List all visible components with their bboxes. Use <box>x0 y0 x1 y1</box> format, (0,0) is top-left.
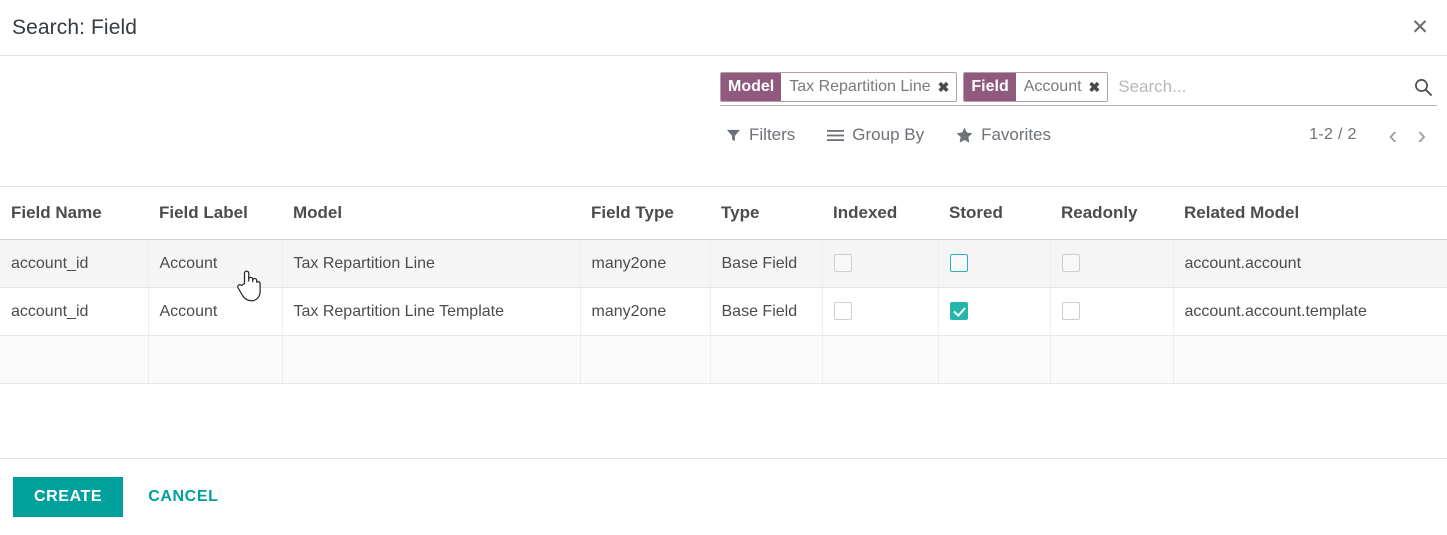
stored-checkbox[interactable] <box>950 302 968 320</box>
dialog-header: Search: Field ✕ <box>0 0 1447 56</box>
table-row[interactable]: account_id Account Tax Repartition Line … <box>0 288 1447 336</box>
search-row: Model Tax Repartition Line ✖ Field Accou… <box>10 56 1437 106</box>
cell-field-label: Account <box>148 240 282 288</box>
column-header-stored[interactable]: Stored <box>938 187 1050 240</box>
readonly-checkbox[interactable] <box>1062 254 1080 272</box>
table-head: Field Name Field Label Model Field Type … <box>0 187 1447 240</box>
favorites-button[interactable]: Favorites <box>956 123 1051 147</box>
cell-stored <box>938 288 1050 336</box>
readonly-checkbox[interactable] <box>1062 302 1080 320</box>
control-panel: Model Tax Repartition Line ✖ Field Accou… <box>0 56 1447 187</box>
stored-checkbox[interactable] <box>950 254 968 272</box>
filler-cell <box>1050 336 1173 384</box>
filters-label: Filters <box>749 125 795 145</box>
cell-field-type: many2one <box>580 240 710 288</box>
chevron-right-icon[interactable]: › <box>1407 122 1436 148</box>
cancel-button[interactable]: CANCEL <box>142 487 224 507</box>
facet-value-text: Account <box>1024 78 1082 96</box>
list-table-wrap: Field Name Field Label Model Field Type … <box>0 187 1447 384</box>
facet-value: Tax Repartition Line ✖ <box>781 73 956 101</box>
facet-label: Model <box>721 73 781 101</box>
indexed-checkbox[interactable] <box>834 254 852 272</box>
x-icon[interactable]: ✖ <box>1089 79 1101 96</box>
facet-value-text: Tax Repartition Line <box>789 78 930 96</box>
indexed-checkbox[interactable] <box>834 302 852 320</box>
control-panel-buttons: Filters Group By Favor <box>10 122 1437 148</box>
filler-cell <box>710 336 822 384</box>
page-title: Search: Field <box>0 16 137 40</box>
search-facet-field[interactable]: Field Account ✖ <box>963 72 1108 102</box>
table-filler-row <box>0 336 1447 384</box>
cell-model: Tax Repartition Line Template <box>282 288 580 336</box>
column-header-field-name[interactable]: Field Name <box>0 187 148 240</box>
search-facet-model[interactable]: Model Tax Repartition Line ✖ <box>720 72 957 102</box>
chevron-left-icon[interactable]: ‹ <box>1379 122 1408 148</box>
search-view[interactable]: Model Tax Repartition Line ✖ Field Accou… <box>720 72 1437 106</box>
favorites-label: Favorites <box>981 125 1051 145</box>
search-input-wrap <box>1114 72 1437 102</box>
table-body: account_id Account Tax Repartition Line … <box>0 240 1447 384</box>
dropdown-toggles: Filters Group By Favor <box>726 123 1083 147</box>
cell-field-type: many2one <box>580 288 710 336</box>
groupby-button[interactable]: Group By <box>827 123 924 147</box>
cell-stored <box>938 240 1050 288</box>
cell-field-label: Account <box>148 288 282 336</box>
close-icon[interactable]: ✕ <box>1407 15 1433 41</box>
facet-label: Field <box>964 73 1015 101</box>
column-header-related-model[interactable]: Related Model <box>1173 187 1447 240</box>
cell-related-model: account.account.template <box>1173 288 1447 336</box>
search-input[interactable] <box>1114 77 1437 97</box>
search-icon[interactable] <box>1413 77 1433 97</box>
cell-indexed <box>822 288 938 336</box>
filler-cell <box>580 336 710 384</box>
column-header-indexed[interactable]: Indexed <box>822 187 938 240</box>
filler-cell <box>822 336 938 384</box>
cell-type: Base Field <box>710 288 822 336</box>
star-icon <box>956 127 973 143</box>
cell-related-model: account.account <box>1173 240 1447 288</box>
cell-model: Tax Repartition Line <box>282 240 580 288</box>
column-header-model[interactable]: Model <box>282 187 580 240</box>
create-button[interactable]: CREATE <box>13 477 123 517</box>
column-header-field-type[interactable]: Field Type <box>580 187 710 240</box>
filler-cell <box>282 336 580 384</box>
records-table: Field Name Field Label Model Field Type … <box>0 187 1447 384</box>
hamburger-lines-icon <box>827 128 844 143</box>
table-header-row: Field Name Field Label Model Field Type … <box>0 187 1447 240</box>
cell-readonly <box>1050 240 1173 288</box>
facet-value: Account ✖ <box>1016 73 1108 101</box>
cell-indexed <box>822 240 938 288</box>
table-row[interactable]: account_id Account Tax Repartition Line … <box>0 240 1447 288</box>
filters-button[interactable]: Filters <box>726 123 795 147</box>
groupby-label: Group By <box>852 125 924 145</box>
filler-cell <box>938 336 1050 384</box>
x-icon[interactable]: ✖ <box>938 79 950 96</box>
filler-cell <box>148 336 282 384</box>
cell-type: Base Field <box>710 240 822 288</box>
cell-readonly <box>1050 288 1173 336</box>
filter-funnel-icon <box>726 128 741 143</box>
dialog-footer: CREATE CANCEL <box>0 458 1447 535</box>
column-header-type[interactable]: Type <box>710 187 822 240</box>
cell-field-name: account_id <box>0 288 148 336</box>
pager: 1-2 / 2 ‹ › <box>1309 122 1436 148</box>
filler-cell <box>0 336 148 384</box>
filler-cell <box>1173 336 1447 384</box>
pager-range: 1-2 / 2 <box>1309 126 1356 144</box>
column-header-readonly[interactable]: Readonly <box>1050 187 1173 240</box>
cell-field-name: account_id <box>0 240 148 288</box>
column-header-field-label[interactable]: Field Label <box>148 187 282 240</box>
